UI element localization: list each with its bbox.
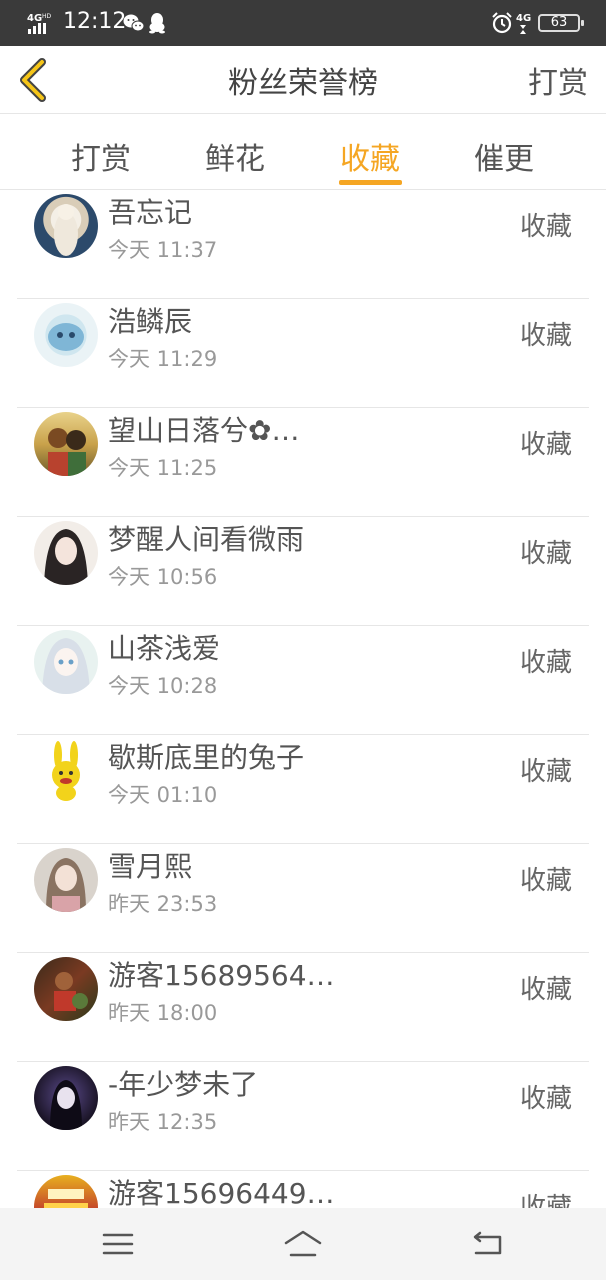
signal-icon: 4G HD: [27, 13, 52, 34]
user-time: 昨天 12:35: [108, 1110, 218, 1134]
list-item[interactable]: 雪月熙 昨天 23:53 收藏: [17, 844, 589, 953]
tab-reward[interactable]: 打赏: [71, 134, 131, 178]
wechat-icon: [123, 14, 145, 32]
battery-level: 63: [550, 15, 568, 30]
menu-icon[interactable]: [98, 1226, 138, 1262]
back-icon[interactable]: [468, 1226, 508, 1262]
user-name: 游客15689564…: [108, 959, 335, 992]
tab-urge[interactable]: 催更: [474, 134, 534, 178]
avatar: [34, 848, 98, 912]
list-item[interactable]: 吾忘记 今天 11:37 收藏: [17, 190, 589, 299]
list-item[interactable]: 望山日落兮✿… 今天 11:25 收藏: [17, 408, 589, 517]
svg-text:HD: HD: [42, 13, 52, 20]
user-name: 望山日落兮✿…: [108, 414, 300, 447]
tab-favorites[interactable]: 收藏: [340, 134, 400, 178]
action-label: 收藏: [519, 1193, 572, 1208]
avatar: [34, 303, 98, 367]
qq-icon: [149, 13, 165, 34]
list-item[interactable]: -年少梦未了 昨天 12:35 收藏: [17, 1062, 589, 1171]
svg-text:4G: 4G: [516, 13, 531, 24]
home-icon[interactable]: [283, 1226, 323, 1262]
list-item[interactable]: 山茶浅爱 今天 10:28 收藏: [17, 626, 589, 735]
user-time: 今天 10:56: [108, 565, 218, 589]
avatar: [34, 194, 98, 258]
status-time: 12:12: [63, 9, 127, 34]
avatar: [34, 739, 98, 803]
page-title: 粉丝荣誉榜: [228, 66, 378, 101]
action-label: 收藏: [519, 757, 572, 787]
header: 粉丝荣誉榜 打赏: [0, 46, 606, 114]
fan-list[interactable]: 吾忘记 今天 11:37 收藏 浩鳞辰 今天 11:29 收藏 望山日落兮✿… …: [0, 190, 606, 1208]
user-time: 昨天 18:00: [108, 1001, 218, 1025]
action-label: 收藏: [519, 430, 572, 460]
avatar: [34, 957, 98, 1021]
action-label: 收藏: [519, 212, 572, 242]
reward-button[interactable]: 打赏: [528, 58, 588, 102]
user-time: 今天 11:25: [108, 456, 218, 480]
status-bar: 4G HD 12:12 4G 63: [0, 0, 606, 46]
list-item[interactable]: 游客15696449… 收藏: [17, 1171, 589, 1208]
avatar: [34, 630, 98, 694]
alarm-icon: [492, 12, 512, 34]
battery-icon: 63: [538, 14, 584, 32]
user-name: 游客15696449…: [108, 1177, 335, 1208]
user-name: 吾忘记: [108, 196, 193, 229]
user-name: 歇斯底里的兔子: [108, 741, 305, 774]
action-label: 收藏: [519, 321, 572, 351]
user-name: 山茶浅爱: [108, 632, 221, 665]
user-name: 梦醒人间看微雨: [108, 523, 305, 556]
list-item[interactable]: 浩鳞辰 今天 11:29 收藏: [17, 299, 589, 408]
user-time: 今天 10:28: [108, 674, 218, 698]
tab-bar: 打赏 鲜花 收藏 催更: [0, 114, 606, 190]
user-time: 昨天 23:53: [108, 892, 218, 916]
avatar: [34, 412, 98, 476]
system-nav-bar: [0, 1208, 606, 1280]
avatar: [34, 521, 98, 585]
user-time: 今天 01:10: [108, 783, 218, 807]
action-label: 收藏: [519, 1084, 572, 1114]
avatar: [34, 1175, 98, 1208]
user-name: -年少梦未了: [108, 1068, 259, 1101]
active-tab-indicator: [339, 180, 402, 185]
svg-text:4G: 4G: [27, 13, 42, 24]
action-label: 收藏: [519, 648, 572, 678]
list-item[interactable]: 游客15689564… 昨天 18:00 收藏: [17, 953, 589, 1062]
action-label: 收藏: [519, 539, 572, 569]
network-4g-icon: 4G: [516, 13, 531, 34]
user-time: 今天 11:37: [108, 238, 218, 262]
action-label: 收藏: [519, 975, 572, 1005]
list-item[interactable]: 梦醒人间看微雨 今天 10:56 收藏: [17, 517, 589, 626]
list-item[interactable]: 歇斯底里的兔子 今天 01:10 收藏: [17, 735, 589, 844]
tab-flowers[interactable]: 鲜花: [205, 134, 265, 178]
user-name: 浩鳞辰: [108, 305, 193, 338]
user-name: 雪月熙: [108, 850, 193, 883]
action-label: 收藏: [519, 866, 572, 896]
user-time: 今天 11:29: [108, 347, 218, 371]
avatar: [34, 1066, 98, 1130]
